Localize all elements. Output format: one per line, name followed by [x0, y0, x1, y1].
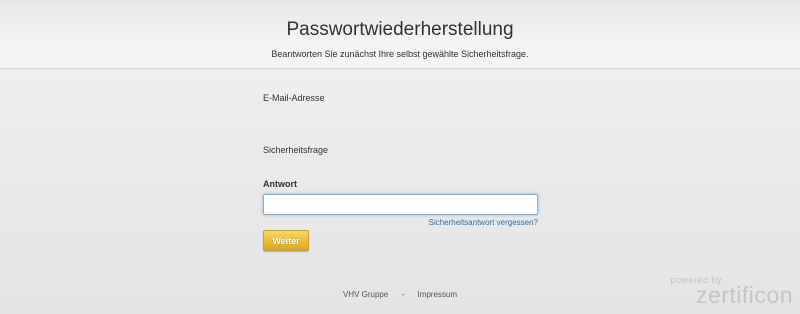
page-title: Passwortwiederherstellung	[286, 19, 514, 40]
imprint-link[interactable]: Impressum	[417, 290, 457, 299]
security-question-label: Sicherheitsfrage	[263, 145, 329, 155]
answer-input[interactable]	[263, 194, 538, 215]
page-header: Passwortwiederherstellung Beantworten Si…	[0, 0, 800, 69]
forgot-answer-link[interactable]: Sicherheitsantwort vergessen?	[429, 218, 538, 228]
footer-separator: -	[401, 290, 405, 299]
page-subtitle: Beantworten Sie zunächst Ihre selbst gew…	[271, 49, 529, 59]
next-button[interactable]: Weiter	[263, 230, 309, 251]
zertificon-logo: zertificon	[695, 282, 793, 308]
vhv-group-link[interactable]: VHV Gruppe	[343, 290, 388, 299]
answer-label: Antwort	[263, 179, 297, 189]
email-label: E-Mail-Adresse	[263, 93, 325, 103]
footer: VHV Gruppe - Impressum	[0, 290, 800, 300]
